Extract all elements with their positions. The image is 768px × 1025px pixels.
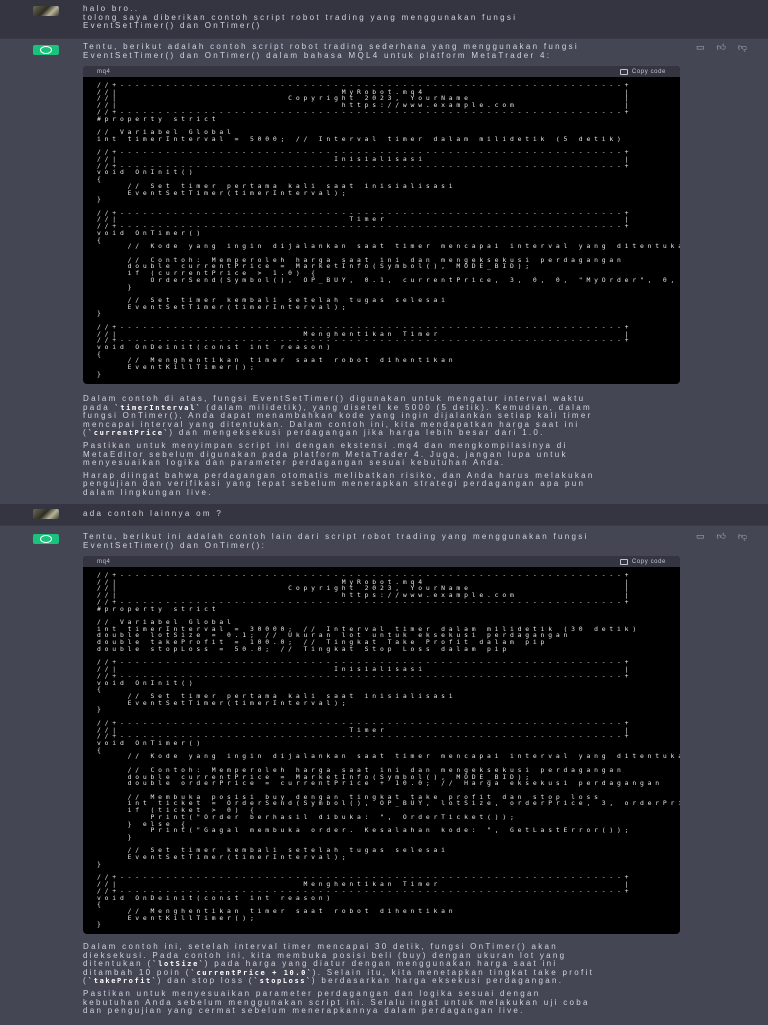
message-line: EventSetTimer() dan OnTimer()	[83, 21, 262, 31]
code-line: }	[97, 195, 105, 204]
user-avatar	[33, 6, 59, 16]
text-span: ) berdasarkan harga eksekusi perdagangan…	[311, 976, 564, 986]
thumbs-up-icon[interactable]: 👍︎	[717, 42, 726, 53]
code-body: //+-------------------------------------…	[83, 567, 680, 934]
code-block-header: mq4 Copy code	[83, 556, 680, 567]
text-span: ) dan mengeksekusi perdagangan jika harg…	[169, 428, 545, 438]
clipboard-icon[interactable]: ▭	[696, 531, 705, 542]
code-line: void OnTimer()	[97, 228, 205, 237]
inline-code: `stopLoss`	[253, 977, 312, 986]
copy-code-button[interactable]: Copy code	[619, 558, 666, 565]
code-line: EventSetTimer(timerInterval);	[97, 853, 350, 862]
assistant-message: ▭ 👍︎ 👎︎ Tentu, berikut ini adalah contoh…	[0, 525, 768, 1025]
code-line: void OnTimer()	[97, 738, 205, 747]
code-line: }	[97, 282, 136, 291]
assistant-explanation: Dalam contoh ini, setelah interval timer…	[83, 942, 594, 1020]
code-language: mq4	[97, 558, 111, 565]
clipboard-icon	[619, 68, 628, 75]
chatgpt-logo-icon	[33, 534, 59, 544]
text-span: ) dan stop loss (	[157, 976, 254, 986]
code-line: void OnInit()	[97, 168, 197, 177]
paragraph: Dalam contoh ini, setelah interval timer…	[83, 942, 594, 986]
inline-code: `currentPrice`	[87, 429, 170, 438]
assistant-intro: Tentu, berikut adalah contoh script robo…	[83, 42, 579, 60]
code-line: }	[97, 859, 105, 868]
paragraph-line: menyesuaikan logika dan parameter perdag…	[83, 458, 595, 468]
user-avatar	[33, 509, 59, 519]
thumbs-down-icon[interactable]: 👎︎	[738, 531, 747, 542]
code-line: Print("Gagal membuka order. Kesalahan ko…	[97, 826, 633, 835]
text-span: menyesuaikan logika dan parameter perdag…	[83, 458, 506, 468]
code-line: double stopLoss = 50.0; // Tingkat Stop …	[97, 644, 510, 653]
code-line: }	[97, 833, 136, 842]
code-line: #property strict	[97, 604, 220, 613]
thumbs-down-icon[interactable]: 👎︎	[738, 42, 747, 53]
message-line: EventSetTimer() dan OnTimer():	[83, 540, 267, 550]
assistant-message: ▭ 👍︎ 👎︎ Tentu, berikut adalah contoh scr…	[0, 38, 768, 505]
paragraph: Dalam contoh di atas, fungsi EventSetTim…	[83, 394, 595, 438]
code-line: }	[97, 920, 105, 929]
code-line: EventSetTimer(timerInterval);	[97, 188, 350, 197]
copy-code-label: Copy code	[631, 558, 666, 565]
clipboard-icon	[619, 558, 628, 565]
code-language: mq4	[97, 68, 111, 75]
code-line: EventKillTimer();	[97, 913, 258, 922]
code-line: void OnDeinit(const int reason)	[97, 893, 335, 902]
message-actions: ▭ 👍︎ 👎︎	[696, 42, 747, 53]
paragraph: Pastikan untuk menyimpan script ini deng…	[83, 441, 595, 468]
paragraph: Pastikan untuk menyesuaikan parameter pe…	[83, 989, 594, 1016]
code-line: }	[97, 705, 105, 714]
code-line: }	[97, 309, 105, 318]
code-line: double orderPrice = currentPrice + 10.0;…	[97, 779, 663, 788]
code-line: EventSetTimer(timerInterval);	[97, 698, 350, 707]
thumbs-up-icon[interactable]: 👍︎	[717, 531, 726, 542]
paragraph-line: dan pengujian yang cermat sebelum menera…	[83, 1006, 594, 1016]
chatgpt-logo-icon	[33, 45, 59, 55]
user-message: ada contoh lainnya om ?	[0, 504, 768, 525]
text-span: dalam lingkungan live.	[83, 487, 213, 497]
code-line: // Kode yang ingin dijalankan saat timer…	[97, 242, 680, 251]
text-span: dan pengujian yang cermat sebelum menera…	[83, 1006, 525, 1016]
inline-code: `takeProfit`	[87, 977, 158, 986]
code-line: OrderSend(Symbol(), OP_BUY, 0.1, current…	[150, 275, 679, 284]
code-block: mq4 Copy code //+-----------------------…	[83, 66, 680, 384]
code-line: void OnDeinit(const int reason)	[97, 343, 335, 352]
code-line: // Kode yang ingin dijalankan saat timer…	[97, 752, 680, 761]
user-message-text: ada contoh lainnya om ?	[83, 509, 224, 519]
assistant-explanation: Dalam contoh di atas, fungsi EventSetTim…	[83, 394, 595, 502]
paragraph-line: (`takeProfit`) dan stop loss (`stopLoss`…	[83, 977, 594, 986]
copy-code-label: Copy code	[631, 68, 666, 75]
user-message-text: halo bro.. tolong saya diberikan contoh …	[83, 4, 517, 31]
code-line: EventKillTimer();	[97, 363, 258, 372]
clipboard-icon[interactable]: ▭	[696, 42, 705, 53]
code-block: mq4 Copy code //+-----------------------…	[83, 556, 680, 935]
code-line: #property strict	[97, 114, 220, 123]
copy-code-button[interactable]: Copy code	[619, 68, 666, 75]
paragraph: Harap diingat bahwa perdagangan otomatis…	[83, 471, 595, 498]
code-line: }	[97, 369, 105, 378]
code-body: //+-------------------------------------…	[83, 77, 680, 384]
assistant-intro: Tentu, berikut ini adalah contoh lain da…	[83, 532, 589, 550]
paragraph-line: dalam lingkungan live.	[83, 487, 595, 498]
message-line: ada contoh lainnya om ?	[83, 509, 224, 518]
code-block-header: mq4 Copy code	[83, 66, 680, 77]
code-line: int timerInterval = 5000; // Interval ti…	[97, 134, 625, 143]
message-line: EventSetTimer() dan OnTimer() dalam baha…	[83, 50, 552, 60]
code-line: EventSetTimer(timerInterval);	[97, 302, 350, 311]
code-line: void OnInit()	[97, 678, 197, 687]
user-message: halo bro.. tolong saya diberikan contoh …	[0, 0, 768, 38]
message-actions: ▭ 👍︎ 👎︎	[696, 531, 747, 542]
paragraph-line: (`currentPrice`) dan mengeksekusi perdag…	[83, 429, 595, 438]
